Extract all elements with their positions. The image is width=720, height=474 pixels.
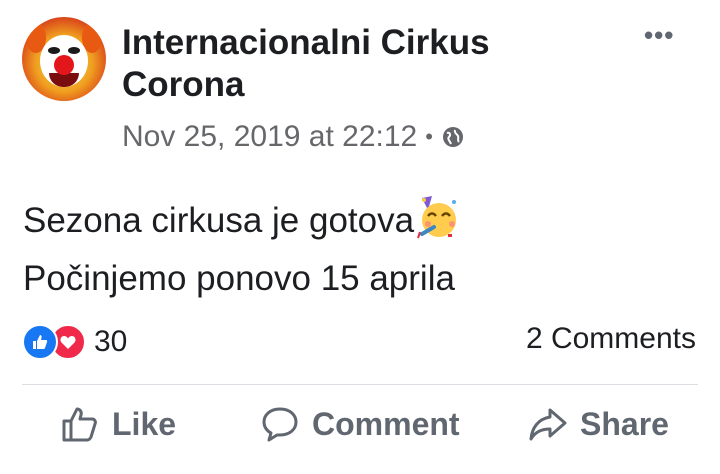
- post-body: Sezona cirkusa je gotova Počinjemo ponov…: [23, 192, 460, 308]
- post-timestamp[interactable]: Nov 25, 2019 at 22:12: [122, 120, 417, 154]
- post-actions-bar: Like Comment Share: [0, 404, 720, 454]
- like-label: Like: [112, 405, 177, 442]
- avatar-mouth: [49, 73, 79, 87]
- like-button[interactable]: Like: [60, 404, 176, 444]
- post-meta: Nov 25, 2019 at 22:12 •: [122, 120, 465, 154]
- comment-label: Comment: [312, 405, 460, 442]
- globe-icon: [442, 127, 463, 147]
- thumbs-up-icon: [62, 407, 97, 442]
- share-button[interactable]: Share: [528, 404, 669, 444]
- more-options-icon[interactable]: •••: [644, 20, 674, 51]
- post-text-line-1-text: Sezona cirkusa je gotova: [23, 201, 415, 240]
- reaction-count: 30: [94, 325, 128, 358]
- meta-separator: •: [425, 124, 433, 149]
- partying-face-icon: [417, 196, 457, 239]
- post-text-line-2: Počinjemo ponovo 15 aprila: [23, 259, 455, 298]
- share-arrow-icon: [529, 408, 567, 441]
- comment-button[interactable]: Comment: [260, 404, 460, 444]
- avatar-nose: [54, 55, 74, 75]
- avatar-eye: [68, 47, 80, 54]
- page-avatar[interactable]: [22, 17, 106, 101]
- divider: [22, 384, 698, 385]
- comment-bubble-icon: [262, 407, 298, 442]
- avatar-eye: [48, 47, 60, 54]
- comments-count-link[interactable]: 2 Comments: [526, 322, 696, 356]
- reactions-summary[interactable]: 30: [22, 324, 127, 360]
- like-reaction-icon: [22, 324, 58, 360]
- share-label: Share: [580, 405, 669, 442]
- post-author[interactable]: Internacionalni Cirkus Corona: [122, 22, 592, 106]
- post-text-line-1: Sezona cirkusa je gotova: [23, 192, 460, 250]
